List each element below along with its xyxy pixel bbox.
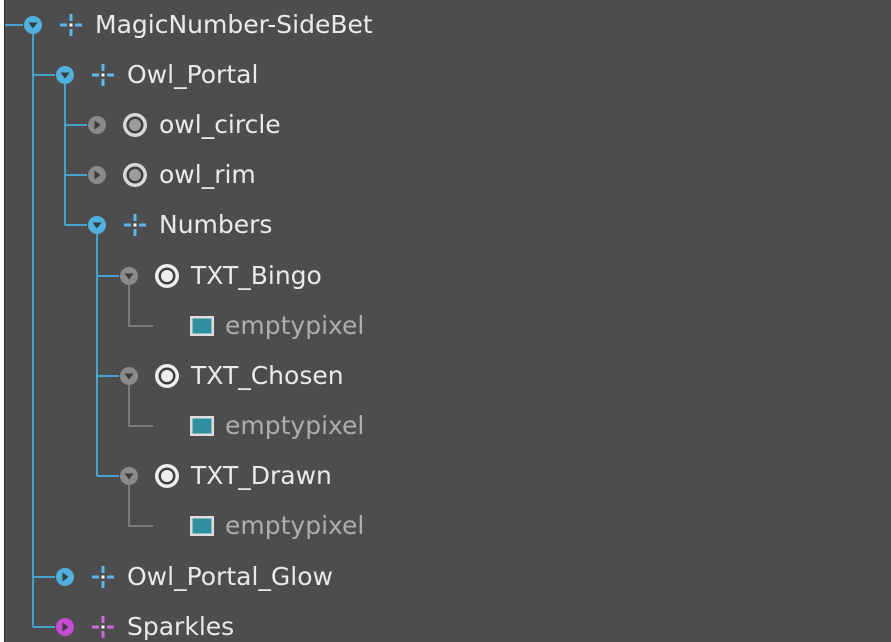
- node-label: Owl_Portal: [127, 60, 259, 89]
- tree-row-emptypixel[interactable]: emptypixel: [5, 301, 891, 351]
- text-node-icon: [155, 264, 179, 288]
- node-label: owl_circle: [159, 110, 281, 139]
- tree-row-txt-chosen[interactable]: TXT_Chosen: [5, 351, 891, 401]
- node-label: emptypixel: [225, 311, 365, 340]
- node-label: MagicNumber-SideBet: [95, 10, 373, 39]
- node2d-icon: [124, 214, 146, 236]
- tree-row-magicnumber-sidebet[interactable]: MagicNumber-SideBet: [5, 0, 891, 50]
- node-label: emptypixel: [225, 411, 365, 440]
- tree-row-owl-circle[interactable]: owl_circle: [5, 100, 891, 150]
- expanded-arrow-icon[interactable]: [55, 65, 75, 85]
- expanded-arrow-icon[interactable]: [119, 466, 139, 486]
- tree-row-owl-portal-glow[interactable]: Owl_Portal_Glow: [5, 552, 891, 602]
- sprite-icon: [190, 416, 214, 436]
- tree-row-owl-rim[interactable]: owl_rim: [5, 150, 891, 200]
- sprite-icon: [190, 316, 214, 336]
- scene-tree-panel: MagicNumber-SideBet Owl_Portal owl_circl…: [4, 0, 891, 642]
- text-node-icon: [155, 364, 179, 388]
- spine-node-icon: [123, 113, 147, 137]
- expanded-arrow-icon[interactable]: [119, 266, 139, 286]
- node-label: TXT_Chosen: [191, 361, 344, 390]
- node2d-icon: [60, 14, 82, 36]
- tree-row-numbers[interactable]: Numbers: [5, 200, 891, 250]
- expanded-arrow-icon[interactable]: [87, 215, 107, 235]
- tree-row-owl-portal[interactable]: Owl_Portal: [5, 50, 891, 100]
- node2d-icon: [92, 64, 114, 86]
- node-label: emptypixel: [225, 511, 365, 540]
- expanded-arrow-icon[interactable]: [119, 366, 139, 386]
- particles-icon: [92, 616, 114, 638]
- node-label: Numbers: [159, 210, 273, 239]
- node2d-icon: [92, 566, 114, 588]
- node-label: Owl_Portal_Glow: [127, 562, 333, 591]
- spine-node-icon: [123, 163, 147, 187]
- tree-row-emptypixel[interactable]: emptypixel: [5, 401, 891, 451]
- tree-row-txt-drawn[interactable]: TXT_Drawn: [5, 451, 891, 501]
- text-node-icon: [155, 464, 179, 488]
- tree-row-sparkles[interactable]: Sparkles: [5, 602, 891, 642]
- node-label: TXT_Bingo: [191, 261, 322, 290]
- node-label: Sparkles: [127, 612, 235, 641]
- sprite-icon: [190, 516, 214, 536]
- collapsed-arrow-icon[interactable]: [55, 617, 75, 637]
- tree-row-emptypixel[interactable]: emptypixel: [5, 501, 891, 551]
- collapsed-arrow-icon[interactable]: [87, 165, 107, 185]
- tree-row-txt-bingo[interactable]: TXT_Bingo: [5, 251, 891, 301]
- node-label: TXT_Drawn: [191, 461, 332, 490]
- collapsed-arrow-icon[interactable]: [87, 115, 107, 135]
- node-label: owl_rim: [159, 160, 256, 189]
- expanded-arrow-icon[interactable]: [23, 15, 43, 35]
- collapsed-arrow-icon[interactable]: [55, 567, 75, 587]
